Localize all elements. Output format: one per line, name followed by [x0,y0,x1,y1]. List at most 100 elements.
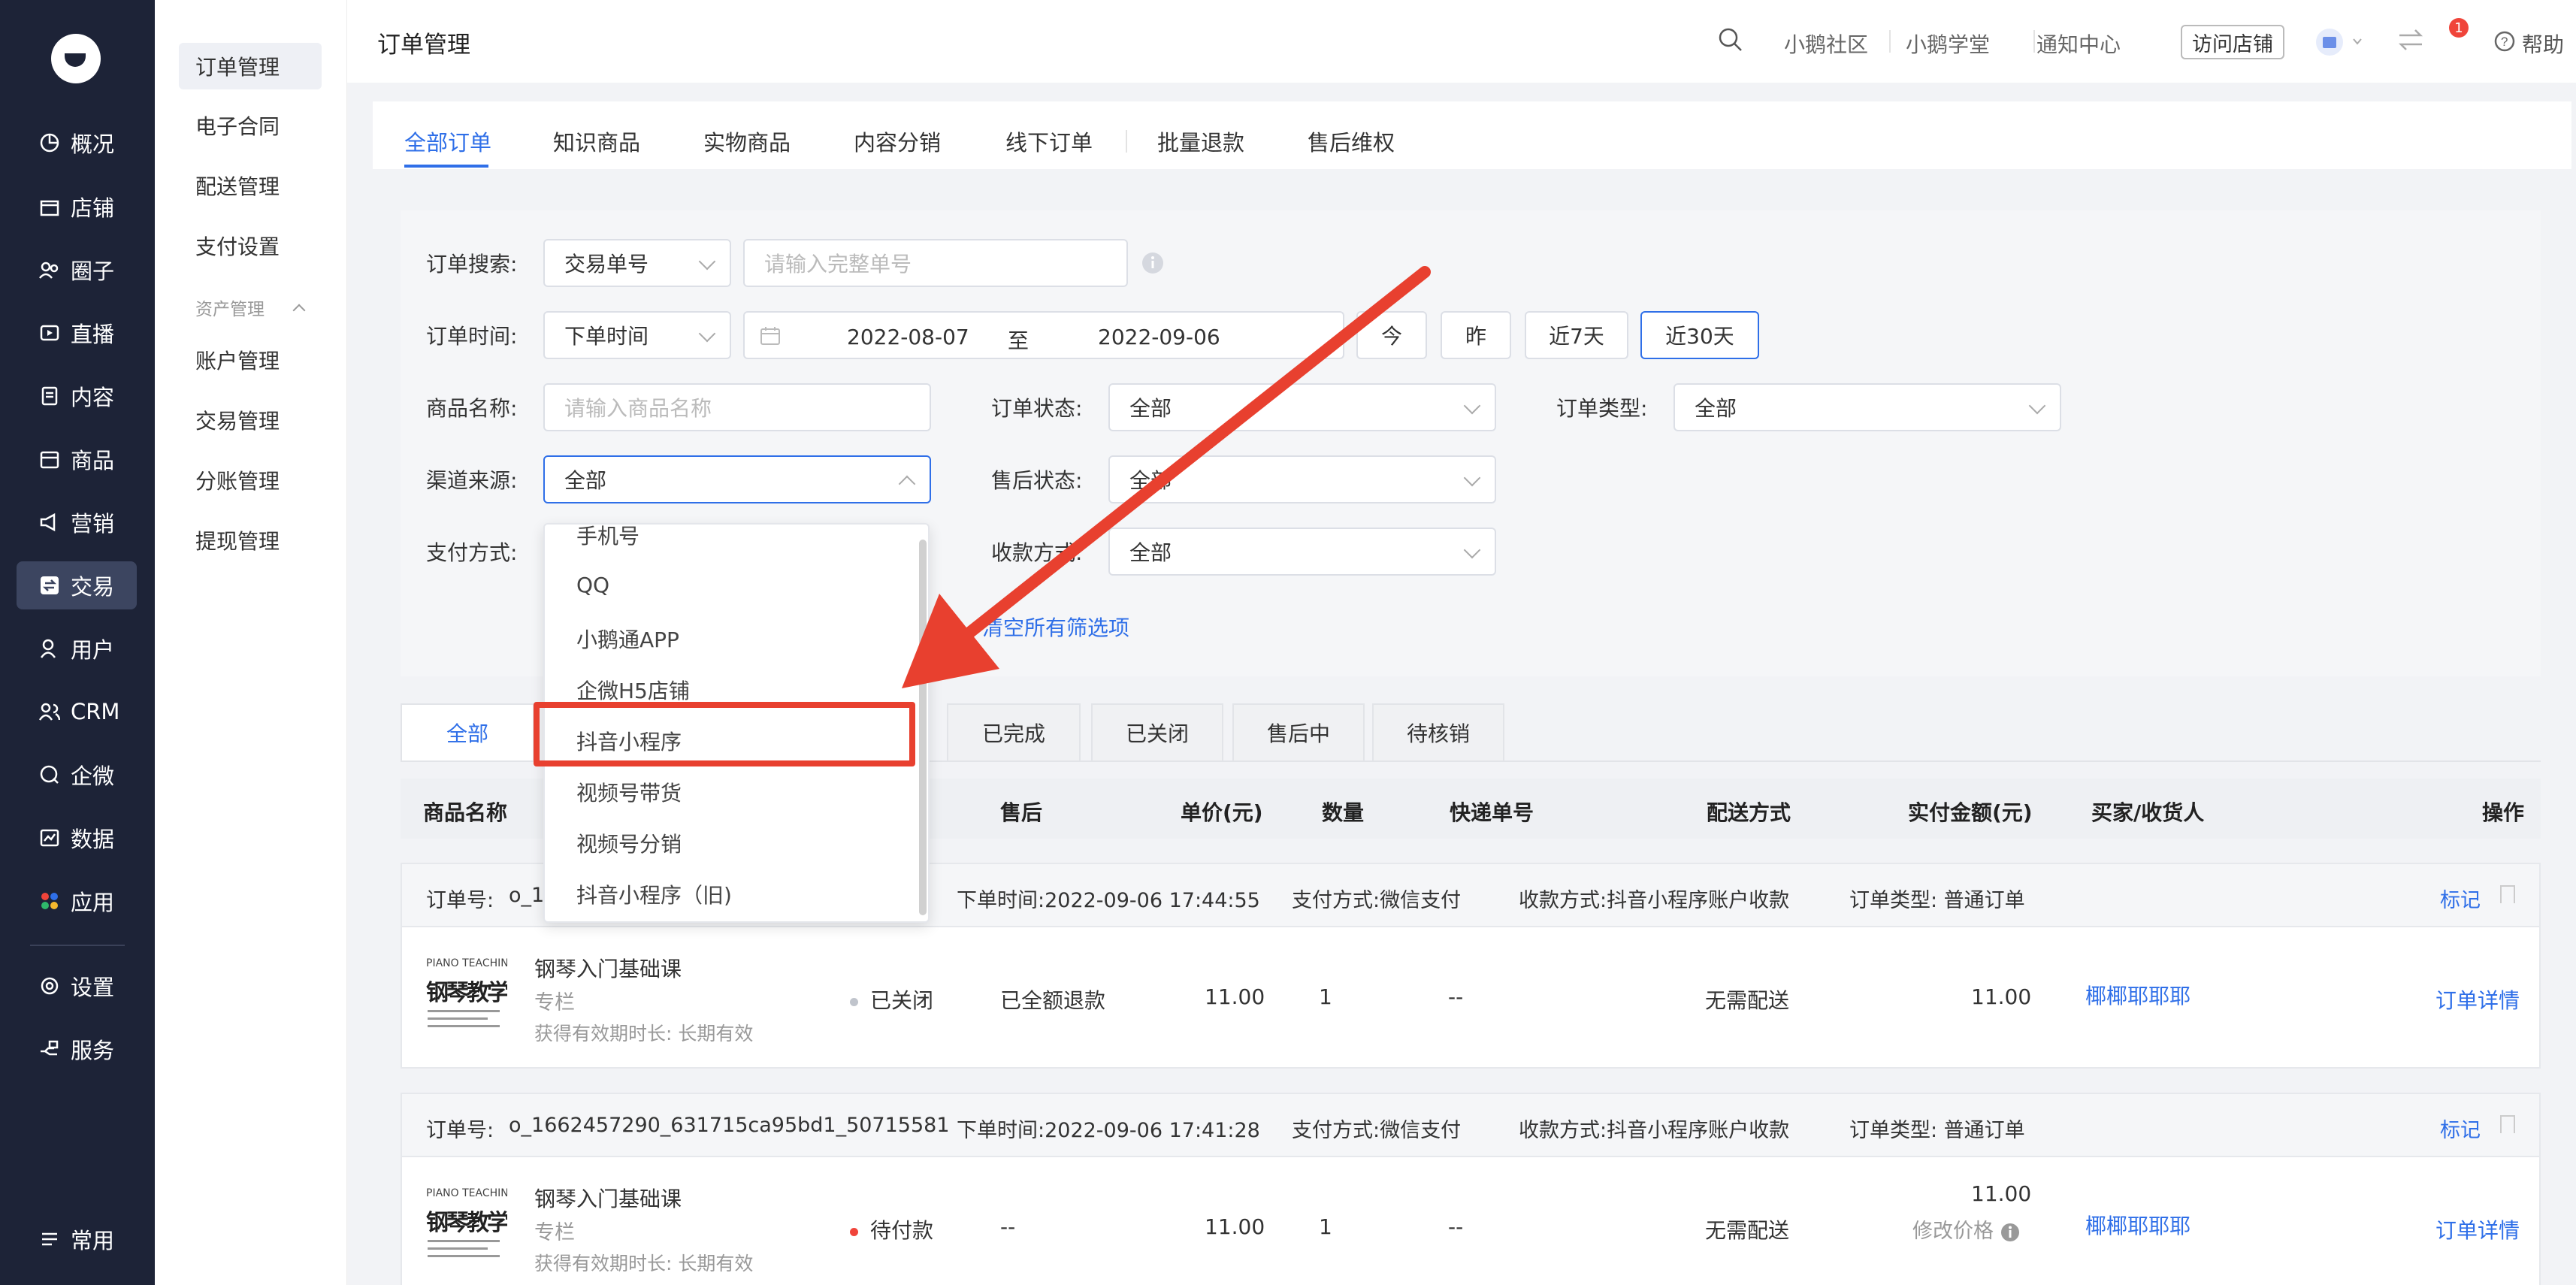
status-tab-pending-verify[interactable]: 待核销 [1372,703,1504,762]
submenu-payment[interactable]: 支付设置 [179,222,322,269]
svg-text:?: ? [2501,35,2508,49]
nav-live[interactable]: 直播 [17,309,137,357]
submenu-contracts[interactable]: 电子合同 [179,102,322,149]
submenu-accounts[interactable]: 账户管理 [179,337,322,383]
tab-physical[interactable]: 实物商品 [703,125,791,157]
dropdown-option[interactable]: 手机号 [576,525,639,550]
tab-aftersale[interactable]: 售后维权 [1308,125,1395,157]
mark-link[interactable]: 标记 [2440,884,2481,913]
col-qty: 数量 [1322,800,1365,825]
nav-content[interactable]: 内容 [17,372,137,420]
status-tab-closed[interactable]: 已关闭 [1091,703,1223,762]
tab-all-orders[interactable]: 全部订单 [404,125,491,157]
submenu-group-assets[interactable]: 资产管理 [195,295,306,320]
bookmark-icon[interactable] [2500,885,2515,903]
nav-service[interactable]: 服务 [17,1025,137,1073]
bookmark-icon[interactable] [2500,1115,2515,1133]
search-icon[interactable] [1718,27,1743,58]
submenu-orders[interactable]: 订单管理 [179,43,322,89]
visit-store-button[interactable]: 访问店铺 [2181,25,2284,59]
nav-store[interactable]: 店铺 [17,183,137,231]
help-icon[interactable]: ? [2493,30,2516,58]
crm-icon [39,701,60,722]
nav-overview[interactable]: 概况 [17,119,137,167]
store-switcher[interactable] [2314,27,2375,62]
dropdown-option[interactable]: 视频号带货 [576,777,682,807]
product-name-input[interactable]: 请输入商品名称 [543,383,931,431]
mark-link[interactable]: 标记 [2440,1114,2481,1143]
top-header: 订单管理 小鹅社区 小鹅学堂 通知中心 1 访问店铺 ? 帮助 [347,0,2576,83]
submenu-withdraw[interactable]: 提现管理 [179,517,322,564]
tab-divider [1126,130,1127,153]
nav-label: 常用 [71,1228,115,1253]
nav-users[interactable]: 用户 [17,624,137,673]
dropdown-option[interactable]: 视频号分销 [576,828,682,858]
apps-icon [39,890,60,912]
nav-frequent[interactable]: 常用 [17,1215,137,1263]
tab-knowledge[interactable]: 知识商品 [553,125,640,157]
community-link[interactable]: 小鹅社区 [1784,29,1868,59]
order-time: 下单时间:2022-09-06 17:44:55 [957,889,1260,912]
order-detail-link[interactable]: 订单详情 [2435,984,2520,1014]
search-type-select[interactable]: 交易单号 [543,239,731,287]
nav-crm[interactable]: CRM [17,688,137,736]
yesterday-button[interactable]: 昨 [1441,311,1511,359]
status-tab-all[interactable]: 全部 [401,703,534,762]
nav-settings[interactable]: 设置 [17,962,137,1010]
last-30-days-button[interactable]: 近30天 [1640,311,1759,359]
nav-data[interactable]: 数据 [17,814,137,862]
status-tab-completed[interactable]: 已完成 [947,703,1081,762]
dropdown-option[interactable]: 抖音小程序（旧) [576,879,732,909]
header-divider [2033,30,2035,53]
thumb-line [428,1010,500,1012]
thumb-line [428,1240,500,1242]
order-detail-link[interactable]: 订单详情 [2435,1214,2520,1244]
order-type-select[interactable]: 全部 [1673,383,2061,431]
last-7-days-button[interactable]: 近7天 [1525,311,1628,359]
dropdown-option[interactable]: 企微H5店铺 [576,675,690,705]
tab-distribution[interactable]: 内容分销 [854,125,941,157]
modify-price-link[interactable]: 修改价格 [1912,1214,2020,1244]
dropdown-option[interactable]: 小鹅通APP [576,624,679,654]
nav-label: 设置 [71,975,115,1000]
submenu-transactions[interactable]: 交易管理 [179,397,322,443]
nav-transactions[interactable]: 交易 [17,561,137,609]
product-validity: 获得有效期时长: 长期有效 [534,1023,754,1045]
nav-label: 服务 [71,1038,115,1063]
order-number: o_1 [509,884,545,907]
nav-wecom[interactable]: 企微 [17,751,137,799]
product-name[interactable]: 钢琴入门基础课 [534,953,682,983]
help-link[interactable]: 帮助 [2522,29,2564,59]
tab-offline[interactable]: 线下订单 [1005,125,1093,157]
time-type-select[interactable]: 下单时间 [543,311,731,359]
product-validity: 获得有效期时长: 长期有效 [534,1253,754,1274]
aftersale-status: 已全额退款 [1000,988,1106,1013]
notification-badge: 1 [2449,18,2469,38]
thumb-line [428,1025,500,1027]
submenu-delivery[interactable]: 配送管理 [179,162,322,209]
tab-batch-refund[interactable]: 批量退款 [1157,125,1244,157]
col-price: 单价(元) [1181,800,1263,825]
dropdown-option[interactable]: QQ [576,573,609,597]
channel-select[interactable]: 全部 [543,455,931,503]
school-link[interactable]: 小鹅学堂 [1906,29,1990,59]
submenu-splits[interactable]: 分账管理 [179,457,322,503]
col-delivery: 配送方式 [1707,800,1791,825]
product-thumbnail: PIANO TEACHING 钢琴教学设计 [425,951,507,1034]
product-thumbnail: PIANO TEACHING 钢琴教学设计 [425,1181,507,1264]
buyer-link[interactable]: 椰椰耶耶耶 [2085,1210,2191,1240]
switch-icon[interactable] [2397,27,2424,58]
buyer-link[interactable]: 椰椰耶耶耶 [2085,980,2191,1010]
notification-center[interactable]: 通知中心 [2036,29,2121,59]
nav-products[interactable]: 商品 [17,435,137,483]
thumb-caption: PIANO TEACHING [426,957,507,969]
status-tab-aftersale[interactable]: 售后中 [1232,703,1365,762]
header-divider [1889,30,1891,53]
app-logo[interactable] [51,34,101,83]
nav-apps[interactable]: 应用 [17,877,137,925]
nav-community[interactable]: 圈子 [17,246,137,294]
product-name[interactable]: 钢琴入门基础课 [534,1183,682,1213]
nav-marketing[interactable]: 营销 [17,498,137,546]
product-label: 商品名称: [426,396,518,421]
status-text: 已关闭 [870,988,934,1013]
